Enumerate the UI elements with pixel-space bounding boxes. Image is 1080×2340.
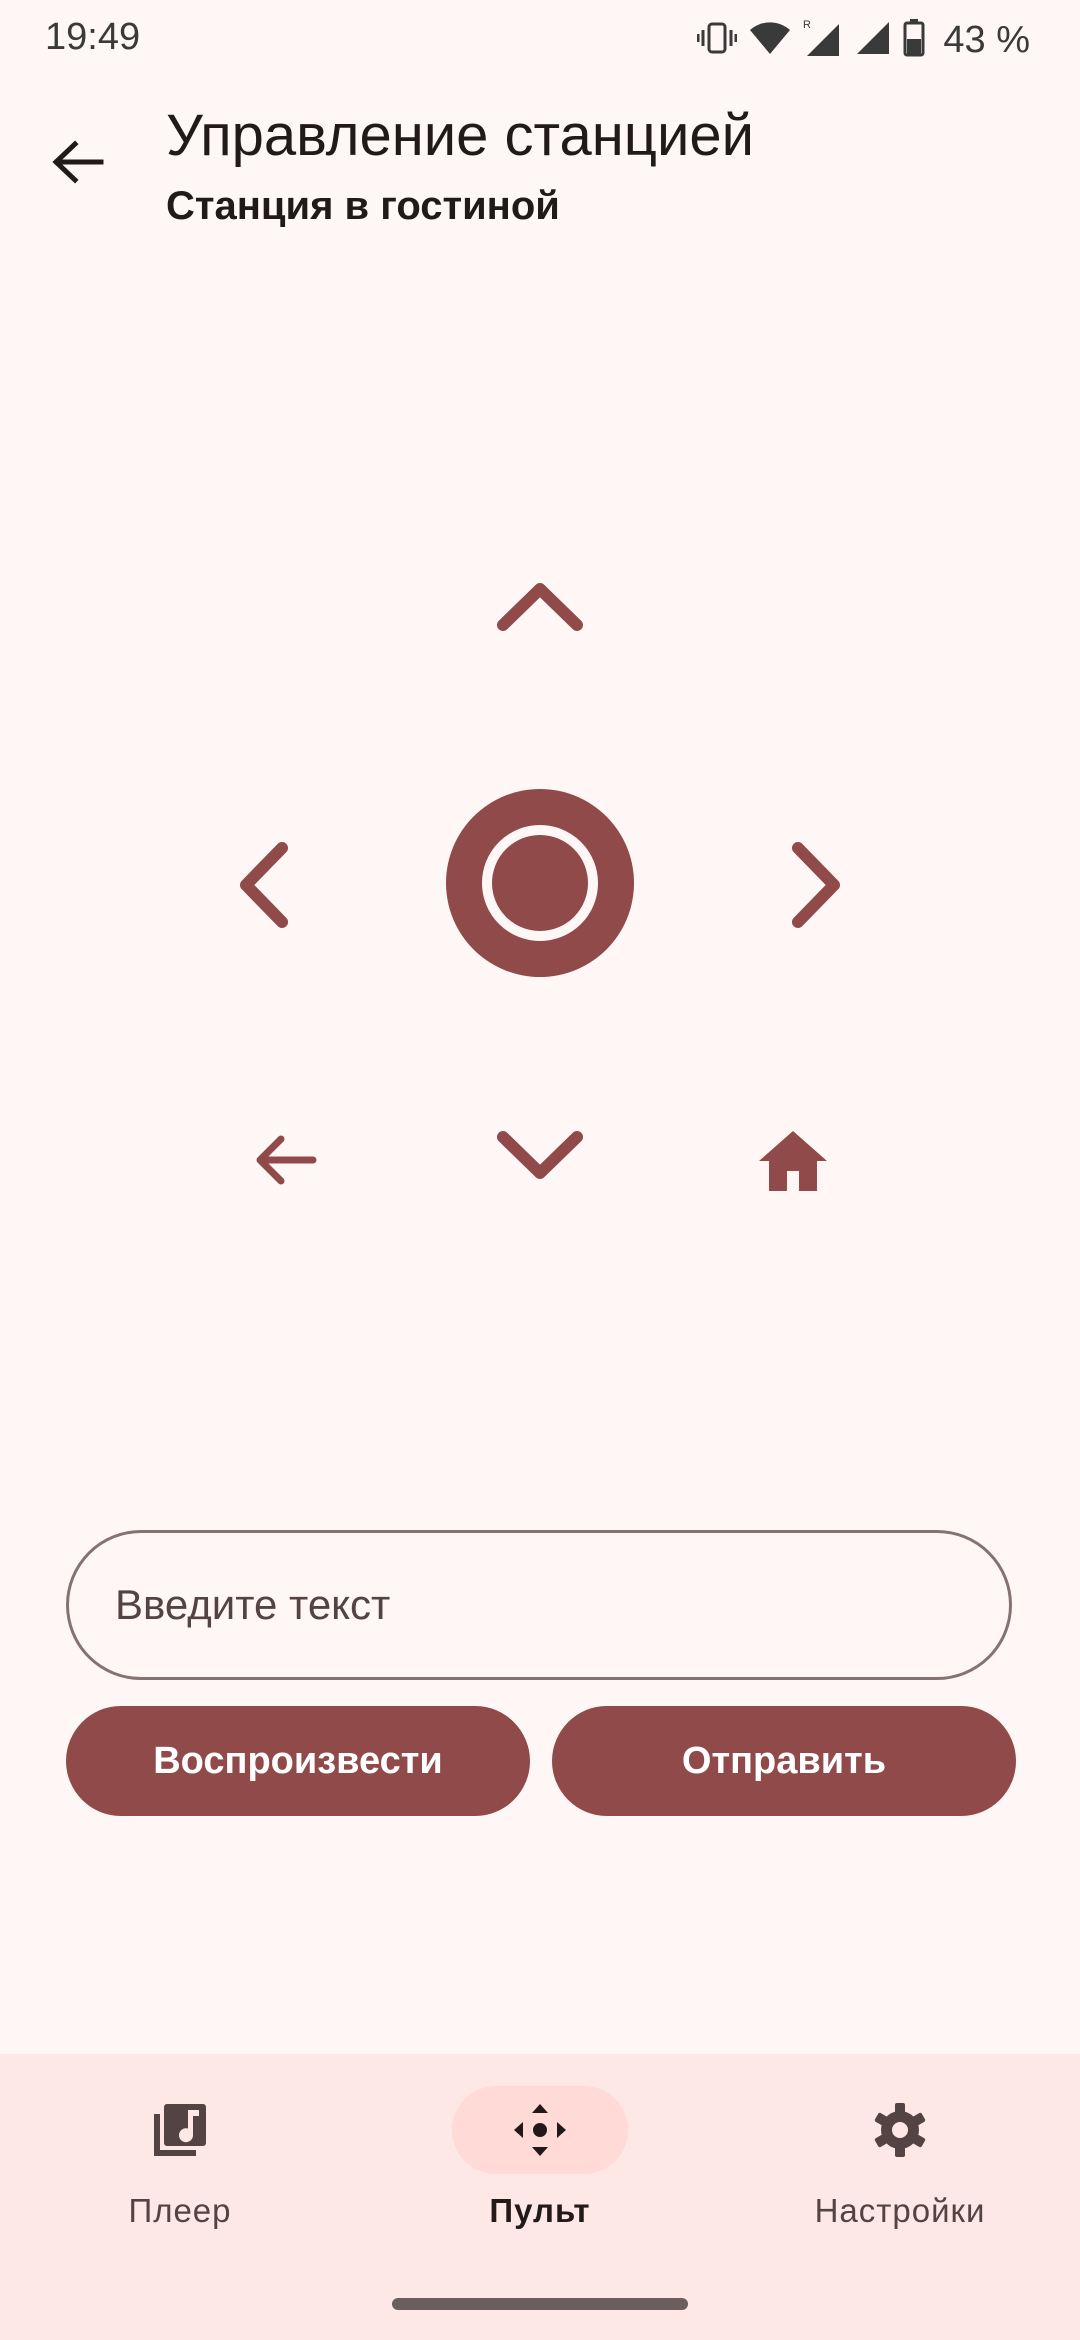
dpad-left-button[interactable] [222,830,302,940]
nav-label-player: Плеер [128,2192,232,2229]
system-home-indicator[interactable] [392,2298,688,2310]
wifi-icon [749,20,791,61]
nav-item-remote[interactable]: Пульт [390,2070,690,2270]
vibrate-icon [696,20,738,61]
dpad-ok-button[interactable] [446,789,634,977]
battery-icon [903,18,925,62]
signal-icon [855,20,891,61]
gear-icon [874,2103,926,2157]
page-title: Управление станцией [166,103,755,168]
status-icons: R 43 % [696,18,1030,63]
nav-item-player[interactable]: Плеер [30,2070,330,2270]
remote-home-button[interactable] [748,1116,838,1206]
dpad-up-button[interactable] [480,560,600,650]
signal-roaming-icon: R [803,18,843,63]
status-bar: 19:49 R 43 % [0,0,1080,80]
chevron-left-icon [240,842,288,928]
chevron-right-icon [792,842,840,928]
dpad-right-button[interactable] [778,830,858,940]
ok-center-icon [482,825,598,941]
nav-label-remote: Пульт [489,2192,591,2229]
music-library-icon [154,2104,206,2156]
nav-indicator [812,2086,988,2174]
svg-text:R: R [803,19,811,31]
home-icon [759,1131,827,1191]
nav-label-settings: Настройки [814,2192,986,2229]
page-subtitle: Станция в гостиной [166,184,560,228]
back-button[interactable] [38,122,118,202]
arrow-back-icon [52,140,104,184]
nav-indicator-active [452,2086,628,2174]
text-input-container[interactable] [66,1530,1012,1680]
remote-back-button[interactable] [240,1120,330,1200]
send-button[interactable]: Отправить [552,1706,1016,1816]
dpad-down-button[interactable] [480,1112,600,1202]
back-arrow-icon [256,1135,317,1185]
dpad-remote-icon [514,2104,566,2156]
play-button[interactable]: Воспроизвести [66,1706,530,1816]
nav-indicator [92,2086,268,2174]
nav-item-settings[interactable]: Настройки [750,2070,1050,2270]
chevron-down-icon [497,1131,583,1179]
battery-percent: 43 % [943,18,1030,61]
chevron-up-icon [497,583,583,631]
text-input[interactable] [113,1580,1009,1630]
status-time: 19:49 [45,16,141,58]
